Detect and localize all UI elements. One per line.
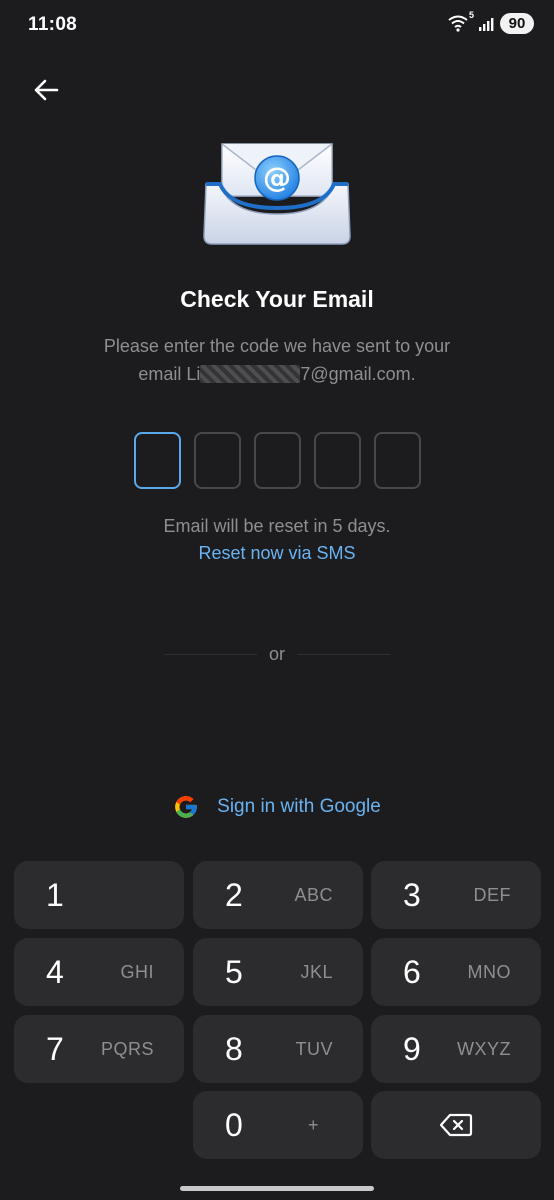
google-button-label: Sign in with Google <box>217 796 381 817</box>
key-letters: + <box>308 1114 320 1135</box>
key-digit: 3 <box>403 876 421 913</box>
signal-icon <box>479 17 494 31</box>
key-digit: 2 <box>225 876 243 913</box>
key-digit: 9 <box>403 1030 421 1067</box>
key-letters: JKL <box>300 961 333 982</box>
key-letters: TUV <box>295 1038 333 1059</box>
status-time: 11:08 <box>28 14 78 35</box>
status-bar: 11:08 5 90 <box>0 0 554 52</box>
key-letters: ABC <box>294 884 333 905</box>
key-digit: 7 <box>46 1030 64 1067</box>
code-digit-box[interactable] <box>254 432 301 489</box>
code-digit-box[interactable] <box>314 432 361 489</box>
key-0[interactable]: 0 + <box>193 1091 363 1159</box>
svg-text:@: @ <box>263 161 291 194</box>
email-suffix: 7@gmail.com. <box>300 364 416 384</box>
battery-badge: 90 <box>500 13 534 34</box>
divider-text: or <box>269 644 286 664</box>
subtitle-line: Please enter the code we have sent to yo… <box>103 336 451 356</box>
backspace-icon <box>439 1113 473 1137</box>
reset-via-sms-link[interactable]: Reset now via SMS <box>0 543 554 564</box>
key-digit: 5 <box>225 953 243 990</box>
code-digit-box[interactable] <box>134 432 181 489</box>
wifi-icon: 5 <box>448 10 474 34</box>
status-icons: 5 90 <box>448 10 534 34</box>
page-title: Check Your Email <box>180 286 374 312</box>
key-1[interactable]: 1 <box>14 861 184 929</box>
key-digit: 1 <box>46 876 64 913</box>
key-letters: WXYZ <box>457 1038 511 1059</box>
key-3[interactable]: 3 DEF <box>371 861 541 929</box>
key-digit: 0 <box>225 1106 243 1143</box>
or-divider: or <box>164 644 391 665</box>
reset-info-text: Email will be reset in 5 days. <box>163 516 391 536</box>
key-8[interactable]: 8 TUV <box>193 1015 363 1083</box>
key-6[interactable]: 6 MNO <box>371 938 541 1006</box>
backspace-key[interactable] <box>371 1091 541 1159</box>
key-digit: 6 <box>403 953 421 990</box>
key-digit: 8 <box>225 1030 243 1067</box>
key-4[interactable]: 4 GHI <box>14 938 184 1006</box>
key-letters: GHI <box>120 961 154 982</box>
divider-line <box>297 654 391 655</box>
key-letters: DEF <box>473 884 511 905</box>
key-2[interactable]: 2 ABC <box>193 861 363 929</box>
divider-line <box>164 654 257 655</box>
key-letters: MNO <box>467 961 511 982</box>
arrow-left-icon <box>34 79 59 101</box>
back-button[interactable] <box>28 72 64 108</box>
network-type-badge: 5 <box>468 9 474 20</box>
google-icon <box>175 796 197 818</box>
code-digit-box[interactable] <box>374 432 421 489</box>
subtitle: Please enter the code we have sent to yo… <box>60 332 494 388</box>
code-digit-box[interactable] <box>194 432 241 489</box>
envelope-icon: @ <box>203 143 351 245</box>
key-5[interactable]: 5 JKL <box>193 938 363 1006</box>
key-digit: 4 <box>46 953 64 990</box>
email-prefix: email Li <box>138 364 201 384</box>
screen: 11:08 5 90 @ Check Your Email Please ent… <box>0 0 554 1200</box>
key-9[interactable]: 9 WXYZ <box>371 1015 541 1083</box>
masked-email-segment <box>200 365 301 383</box>
code-input <box>134 432 421 489</box>
key-7[interactable]: 7 PQRS <box>14 1015 184 1083</box>
sign-in-with-google-button[interactable]: Sign in with Google <box>0 794 554 820</box>
home-indicator[interactable] <box>180 1186 374 1191</box>
key-letters: PQRS <box>100 1038 154 1059</box>
